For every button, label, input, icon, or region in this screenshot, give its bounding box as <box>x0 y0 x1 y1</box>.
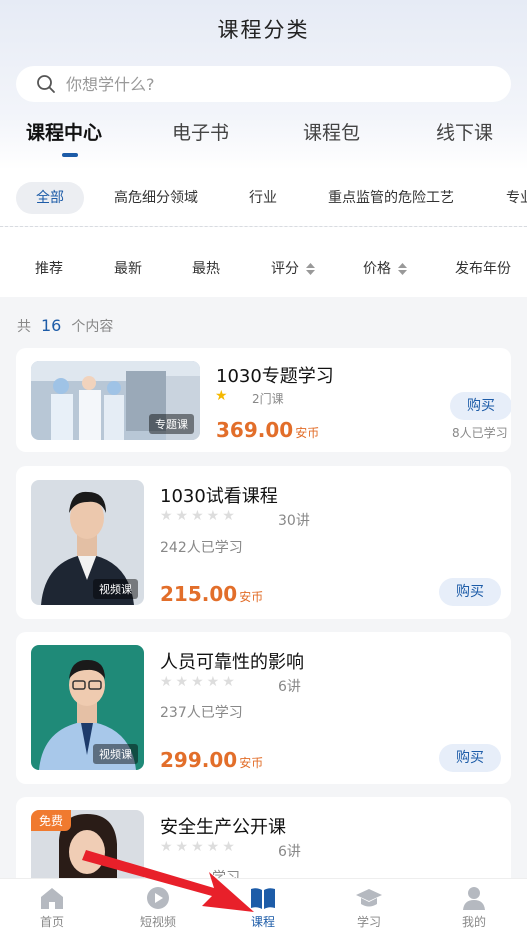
course-thumbnail: 视频课 <box>31 645 144 770</box>
nav-profile-label: 我的 <box>461 915 486 929</box>
sort-price[interactable]: 价格 <box>363 258 408 278</box>
nav-courses[interactable]: 课程 <box>223 885 303 930</box>
category-all[interactable]: 全部 <box>16 182 84 214</box>
course-card[interactable]: 视频课 人员可靠性的影响 ★★★★★ 6讲 237人已学习 299.00 安币 购… <box>16 632 511 784</box>
lesson-count: 30讲 <box>278 513 310 529</box>
book-icon <box>251 888 275 909</box>
page-title: 课程分类 <box>217 18 310 42</box>
star-rating: ★★★★★ <box>160 508 238 524</box>
course-thumbnail: 专题课 <box>31 361 200 440</box>
sort-newest[interactable]: 最新 <box>114 258 142 278</box>
graduation-cap-icon <box>356 889 382 907</box>
nav-home-label: 首页 <box>39 915 64 929</box>
tab-ebook[interactable]: 电子书 <box>172 118 229 145</box>
home-icon <box>41 888 63 909</box>
star-rating: ★ <box>215 388 231 404</box>
play-icon <box>147 887 169 909</box>
active-tab-indicator <box>62 153 78 157</box>
nav-home[interactable]: 首页 <box>12 885 92 930</box>
sort-row: 推荐 最新 最热 评分 价格 发布年份 <box>0 227 527 297</box>
sort-publish-year[interactable]: 发布年份 <box>455 258 511 278</box>
result-count: 共 16 个内容 <box>17 316 113 336</box>
course-title: 1030专题学习 <box>216 366 334 387</box>
lesson-count: 6讲 <box>278 679 301 695</box>
course-thumbnail: 免费 <box>31 810 144 887</box>
nav-study[interactable]: 学习 <box>329 885 409 930</box>
course-title: 人员可靠性的影响 <box>160 652 304 673</box>
price-unit: 安币 <box>295 426 320 440</box>
price-unit: 安币 <box>239 590 264 604</box>
learner-count: 8人已学习 <box>452 426 508 440</box>
price-value: 215.00 <box>160 582 238 606</box>
tab-course-package[interactable]: 课程包 <box>303 118 360 145</box>
user-icon <box>463 887 485 910</box>
sort-arrows-icon <box>398 263 408 275</box>
course-card[interactable]: 视频课 1030试看课程 ★★★★★ 30讲 242人已学习 215.00 安币 … <box>16 466 511 619</box>
nav-profile[interactable]: 我的 <box>434 885 514 930</box>
star-rating: ★★★★★ <box>160 674 238 690</box>
nav-courses-label: 课程 <box>250 915 275 929</box>
count-suffix: 个内容 <box>71 319 114 335</box>
bottom-navigation: 首页 短视频 课程 学习 我的 <box>0 878 527 936</box>
learner-count: 237人已学习 <box>160 705 243 721</box>
price-value: 299.00 <box>160 748 238 772</box>
main-tabs: 课程中心 电子书 课程包 线下课 <box>0 118 527 168</box>
learner-count: 242人已学习 <box>160 540 243 556</box>
category-industry[interactable]: 行业 <box>249 182 277 214</box>
course-card[interactable]: 免费 安全生产公开课 ★★★★★ 6讲 学习 <box>16 797 511 887</box>
category-specialty[interactable]: 专业 <box>506 182 527 214</box>
course-price: 299.00 安币 <box>160 748 263 772</box>
sort-price-label: 价格 <box>363 261 391 277</box>
course-type-tag: 视频课 <box>93 744 138 764</box>
nav-short-video-label: 短视频 <box>139 915 176 929</box>
sort-arrows-icon <box>306 263 316 275</box>
course-thumbnail: 视频课 <box>31 480 144 605</box>
course-title: 1030试看课程 <box>160 486 278 507</box>
course-type-tag: 视频课 <box>93 579 138 599</box>
course-type-tag: 专题课 <box>149 414 194 434</box>
course-card[interactable]: 专题课 1030专题学习 ★ 2门课 369.00 安币 购买 8人已学习 <box>16 348 511 452</box>
sort-hottest[interactable]: 最热 <box>192 258 220 278</box>
sort-recommended[interactable]: 推荐 <box>35 258 63 278</box>
count-prefix: 共 <box>17 319 31 335</box>
lesson-count: 6讲 <box>278 844 301 860</box>
search-icon <box>37 75 55 93</box>
count-number: 16 <box>41 316 62 335</box>
search-bar[interactable] <box>16 66 511 102</box>
search-input[interactable] <box>66 74 466 94</box>
course-price: 215.00 安币 <box>160 582 263 606</box>
tab-course-center[interactable]: 课程中心 <box>26 118 102 145</box>
nav-short-video[interactable]: 短视频 <box>118 885 198 930</box>
tab-offline-course[interactable]: 线下课 <box>436 118 493 145</box>
buy-button[interactable]: 购买 <box>450 392 511 420</box>
price-unit: 安币 <box>239 756 264 770</box>
course-title: 安全生产公开课 <box>160 817 286 838</box>
buy-button[interactable]: 购买 <box>439 744 501 772</box>
category-hazardous-process[interactable]: 重点监管的危险工艺 <box>328 182 454 214</box>
buy-button[interactable]: 购买 <box>439 578 501 606</box>
sort-rating-label: 评分 <box>271 261 299 277</box>
free-tag: 免费 <box>31 810 72 831</box>
nav-study-label: 学习 <box>356 915 381 929</box>
course-price: 369.00 安币 <box>216 418 319 442</box>
sort-rating[interactable]: 评分 <box>271 258 316 278</box>
category-high-risk[interactable]: 高危细分领域 <box>114 182 198 214</box>
category-filter-row: 全部 高危细分领域 行业 重点监管的危险工艺 专业 <box>0 170 527 226</box>
star-icon: ★ <box>215 388 231 404</box>
price-value: 369.00 <box>216 418 294 442</box>
lesson-count: 2门课 <box>252 392 284 406</box>
star-rating: ★★★★★ <box>160 839 238 855</box>
